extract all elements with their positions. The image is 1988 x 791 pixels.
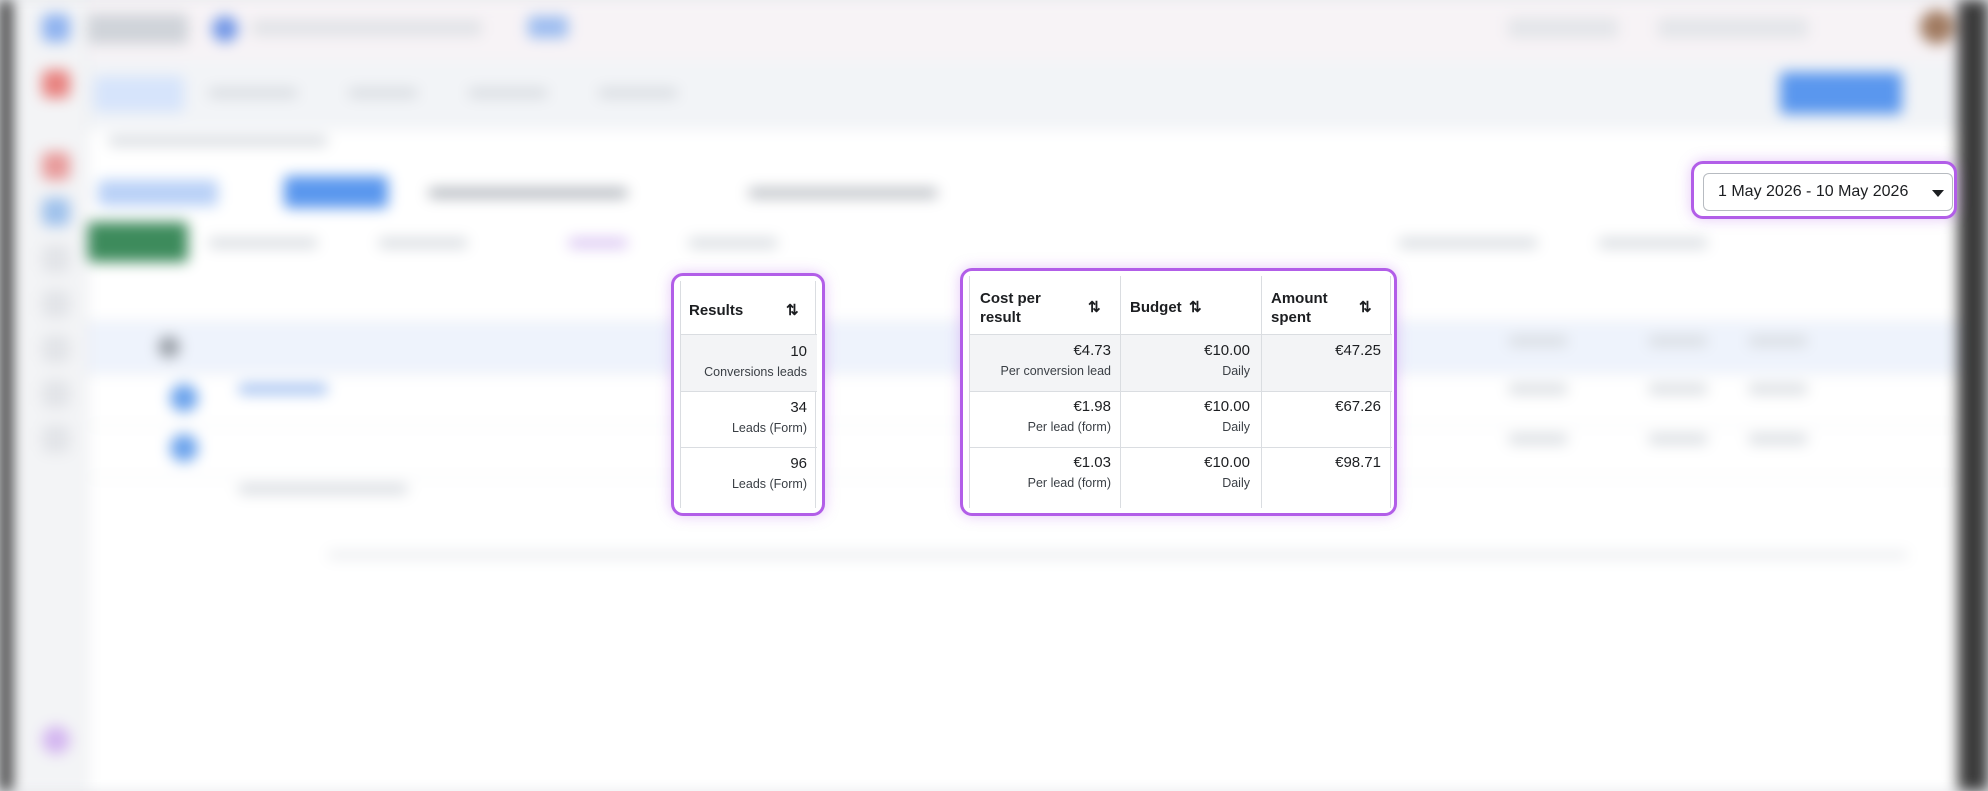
results-value: 10 bbox=[790, 343, 807, 360]
meta-logo-icon bbox=[42, 14, 70, 42]
tab-bar bbox=[88, 60, 1958, 130]
cost-per-result-value: €1.98 bbox=[1073, 398, 1111, 415]
window-frame-left bbox=[0, 0, 12, 791]
caret-down-icon bbox=[1932, 190, 1944, 197]
cost-per-result-value: €1.03 bbox=[1073, 454, 1111, 471]
results-header: Results bbox=[689, 302, 744, 319]
cost-per-result-type: Per conversion lead bbox=[1000, 364, 1111, 378]
rail-help-icon bbox=[42, 726, 70, 754]
rail-alert-icon bbox=[42, 70, 70, 98]
rail-flag-icon bbox=[42, 152, 70, 180]
date-range-picker[interactable]: 1 May 2026 - 10 May 2026 bbox=[1703, 173, 1953, 211]
amount-spent-header: Amount spent bbox=[1271, 290, 1328, 326]
window-frame-right bbox=[1958, 0, 1988, 791]
results-value: 96 bbox=[790, 455, 807, 472]
budget-type: Daily bbox=[1222, 476, 1250, 490]
results-type: Leads (Form) bbox=[731, 421, 807, 435]
rail-item-icon bbox=[42, 335, 70, 363]
sort-arrows-icon[interactable]: ⇅ bbox=[1088, 298, 1101, 316]
rail-item-icon bbox=[42, 245, 70, 273]
budget-header: Budget bbox=[1130, 299, 1182, 316]
rail-item-icon bbox=[42, 425, 70, 453]
cost-per-result-value: €4.73 bbox=[1073, 342, 1111, 359]
cost-per-result-type: Per lead (form) bbox=[1027, 420, 1111, 434]
rail-item-icon bbox=[42, 290, 70, 318]
budget-type: Daily bbox=[1222, 420, 1250, 434]
metrics-table-callout: Cost per result ⇅ Budget ⇅ Amount spent … bbox=[960, 268, 1397, 516]
sort-arrows-icon[interactable]: ⇅ bbox=[786, 301, 799, 319]
results-type: Leads (Form) bbox=[731, 477, 807, 491]
budget-value: €10.00 bbox=[1204, 342, 1250, 359]
top-bar bbox=[88, 0, 1958, 60]
sort-arrows-icon[interactable]: ⇅ bbox=[1189, 298, 1202, 316]
date-range-callout: 1 May 2026 - 10 May 2026 bbox=[1691, 161, 1957, 219]
budget-value: €10.00 bbox=[1204, 398, 1250, 415]
amount-spent-value: €67.26 bbox=[1335, 398, 1381, 415]
metrics-table: Cost per result ⇅ Budget ⇅ Amount spent … bbox=[969, 276, 1392, 508]
results-column: Results ⇅ 10 Conversions leads 34 Leads … bbox=[680, 281, 817, 508]
results-column-callout: Results ⇅ 10 Conversions leads 34 Leads … bbox=[671, 273, 825, 516]
budget-value: €10.00 bbox=[1204, 454, 1250, 471]
rail-campaigns-icon bbox=[42, 198, 70, 226]
date-range-label: 1 May 2026 - 10 May 2026 bbox=[1718, 183, 1909, 200]
amount-spent-value: €98.71 bbox=[1335, 454, 1381, 471]
cost-per-result-header: Cost per result bbox=[980, 290, 1041, 326]
sort-arrows-icon[interactable]: ⇅ bbox=[1359, 298, 1372, 316]
budget-type: Daily bbox=[1222, 364, 1250, 378]
results-value: 34 bbox=[790, 399, 807, 416]
left-nav-rail bbox=[12, 0, 88, 791]
rail-item-icon bbox=[42, 380, 70, 408]
amount-spent-value: €47.25 bbox=[1335, 342, 1381, 359]
cost-per-result-type: Per lead (form) bbox=[1027, 476, 1111, 490]
results-type: Conversions leads bbox=[704, 365, 807, 379]
